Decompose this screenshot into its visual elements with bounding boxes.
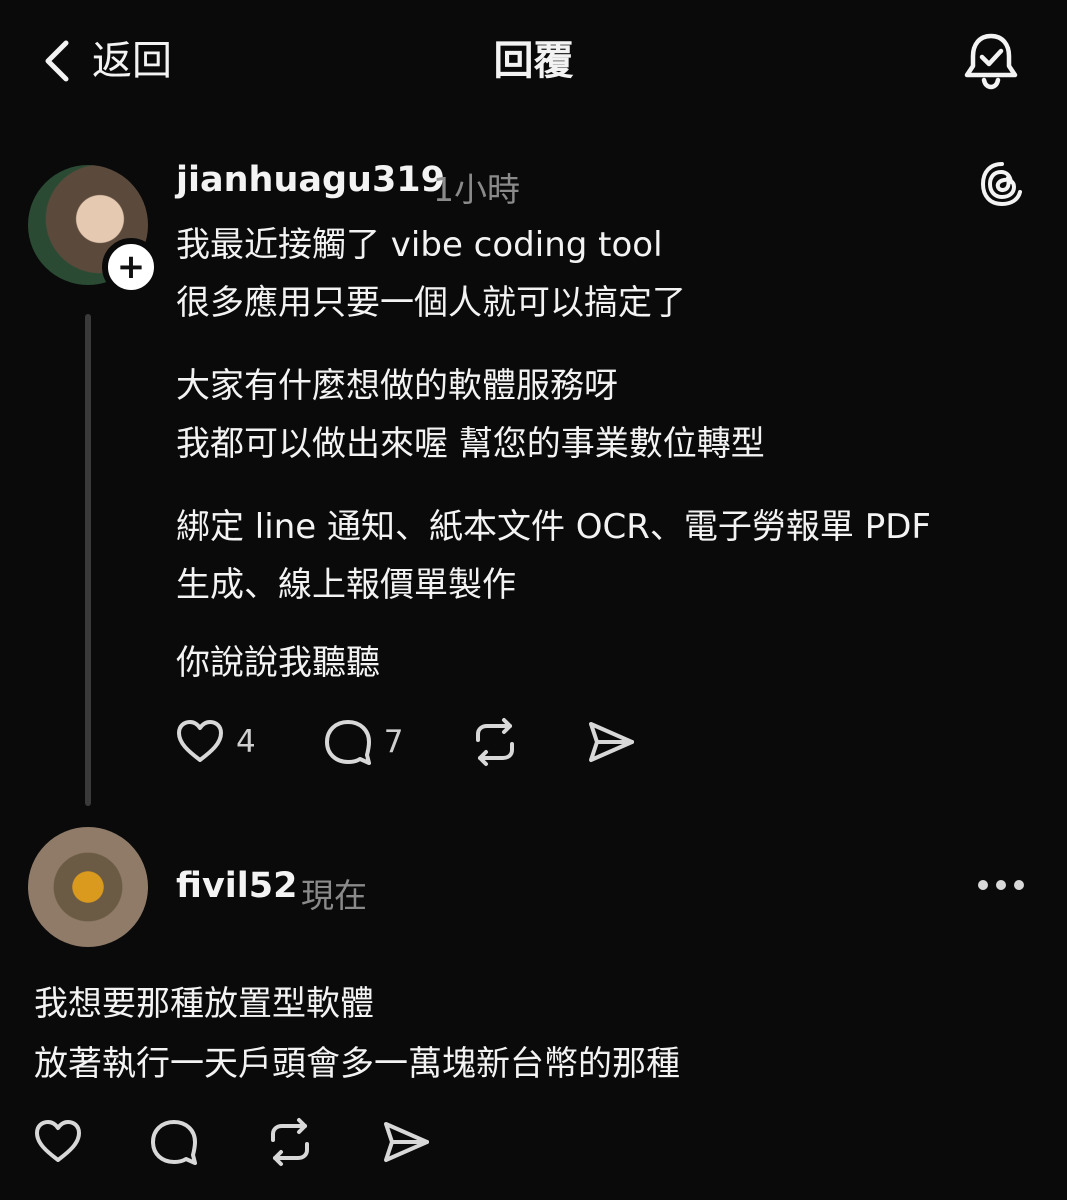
post-action-bar: 4 7 [174,716,637,768]
post-line: 大家有什麼想做的軟體服務呀 [176,366,618,406]
reply-body: 我想要那種放置型軟體 放著執行一天戶頭會多一萬塊新台幣的那種 [34,974,680,1094]
post-paragraph-4: 你說說我聽聽 [176,634,380,692]
more-options-button[interactable] [978,870,1028,900]
reply-line: 放著執行一天戶頭會多一萬塊新台幣的那種 [34,1044,680,1084]
post-line: 生成、線上報價單製作 [176,565,516,605]
more-dots-icon [996,880,1006,890]
reply-timestamp: 現在 [301,876,367,915]
bell-check-icon[interactable] [960,30,1022,92]
post-line: 我最近接觸了 vibe coding tool [176,225,663,265]
post-paragraph-1: 我最近接觸了 vibe coding tool 很多應用只要一個人就可以搞定了 [176,216,686,332]
share-button[interactable] [585,716,637,768]
post-username[interactable]: jianhuagu319 [176,160,445,200]
more-dots-icon [1014,880,1024,890]
reply-line: 我想要那種放置型軟體 [34,984,374,1024]
heart-icon [177,720,223,762]
thread-connector-line [85,314,91,806]
threads-logo-icon[interactable] [978,160,1026,208]
send-icon [589,722,635,762]
repost-icon [476,718,515,766]
repost-button[interactable] [469,716,521,768]
post-line: 你說說我聽聽 [176,643,380,683]
repost-icon [271,1118,309,1166]
like-button[interactable]: 4 [174,716,256,768]
send-icon [384,1122,429,1162]
heart-icon [35,1120,81,1162]
comment-bubble-icon [151,1120,197,1165]
post-line: 我都可以做出來喔 幫您的事業數位轉型 [176,424,765,464]
reply-avatar[interactable] [28,827,148,947]
post-line: 很多應用只要一個人就可以搞定了 [176,283,686,323]
like-button[interactable] [32,1116,84,1168]
follow-button[interactable]: + [102,238,160,296]
like-count: 4 [236,724,256,760]
reply-username[interactable]: fivil52 [176,866,297,906]
post-paragraph-2: 大家有什麼想做的軟體服務呀 我都可以做出來喔 幫您的事業數位轉型 [176,357,765,473]
post-line: 綁定 line 通知、紙本文件 OCR、電子勞報單 PDF [176,507,931,547]
more-dots-icon [978,880,988,890]
share-button[interactable] [380,1116,432,1168]
reply-button[interactable] [148,1116,200,1168]
threads-reply-screen: 返回 回覆 + jianhuagu319 1小時 我最近接觸了 vibe cod… [0,0,1067,1200]
post-timestamp: 1小時 [433,170,520,209]
reply-action-bar [32,1116,496,1168]
post-paragraph-3: 綁定 line 通知、紙本文件 OCR、電子勞報單 PDF 生成、線上報價單製作 [176,498,931,614]
reply-count: 7 [383,724,404,760]
page-title: 回覆 [493,38,574,84]
comment-bubble-icon [324,720,371,765]
reply-button[interactable]: 7 [322,716,404,768]
repost-button[interactable] [264,1116,316,1168]
